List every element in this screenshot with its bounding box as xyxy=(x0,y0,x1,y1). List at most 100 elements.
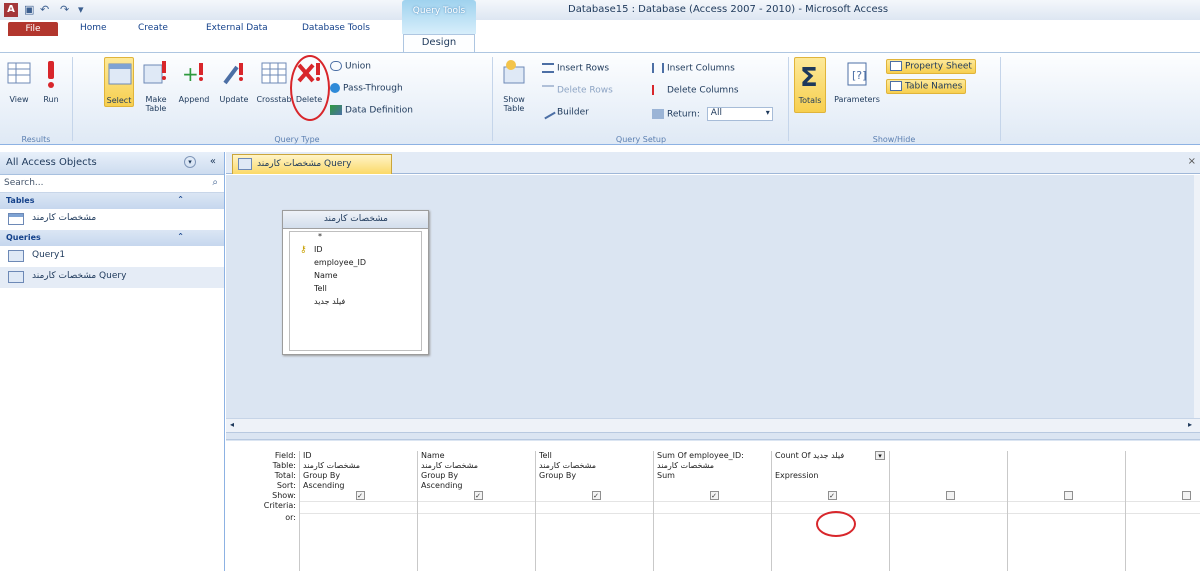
customize-qat-icon[interactable]: ▾ xyxy=(78,3,84,16)
totals-button[interactable]: Σ Totals xyxy=(794,57,826,113)
grid-column[interactable] xyxy=(889,451,1007,571)
grid-or-cell[interactable] xyxy=(536,513,653,525)
redo-icon[interactable]: ↷ xyxy=(60,3,69,16)
nav-header[interactable]: All Access Objects ▾ « xyxy=(0,152,224,175)
grid-criteria-cell[interactable] xyxy=(890,501,1007,513)
delete-columns-button[interactable]: Delete Columns xyxy=(652,85,739,96)
nav-section-tables[interactable]: Tables ⌃ xyxy=(0,193,224,209)
grid-column[interactable] xyxy=(1007,451,1125,571)
show-table-button[interactable]: Show Table xyxy=(496,57,532,113)
show-checkbox[interactable]: ✓ xyxy=(473,491,483,500)
grid-cell-total[interactable]: Group By xyxy=(300,471,417,481)
save-icon[interactable]: ▣ xyxy=(24,3,34,16)
grid-criteria-cell[interactable] xyxy=(654,501,771,513)
access-app-icon[interactable]: A xyxy=(4,3,18,17)
grid-cell-table[interactable]: مشخصات کارمند xyxy=(418,461,535,471)
show-checkbox[interactable] xyxy=(1181,491,1191,500)
grid-cell-table[interactable] xyxy=(772,461,889,471)
collapse-pane-icon[interactable]: « xyxy=(210,156,216,167)
grid-cell-field[interactable]: Name xyxy=(418,451,535,461)
nav-item-query-selected[interactable]: مشخصات کارمند Query xyxy=(0,267,224,288)
crosstab-button[interactable]: Crosstab xyxy=(256,57,292,104)
grid-cell-sort[interactable] xyxy=(890,481,1007,491)
scroll-left-icon[interactable]: ◂ xyxy=(230,420,234,429)
insert-rows-button[interactable]: Insert Rows xyxy=(542,63,609,74)
tab-database-tools[interactable]: Database Tools xyxy=(302,23,370,33)
grid-cell-field[interactable]: ID xyxy=(300,451,417,461)
search-input[interactable]: Search... xyxy=(4,178,44,188)
property-sheet-button[interactable]: Property Sheet xyxy=(886,59,976,74)
grid-cell-field[interactable] xyxy=(1008,451,1125,461)
grid-or-cell[interactable] xyxy=(890,513,1007,525)
grid-cell-field[interactable] xyxy=(1126,451,1200,461)
pass-through-button[interactable]: Pass-Through xyxy=(330,83,403,94)
grid-criteria-cell[interactable] xyxy=(536,501,653,513)
close-icon[interactable]: × xyxy=(1188,156,1196,167)
nav-section-queries[interactable]: Queries ⌃ xyxy=(0,230,224,246)
grid-criteria-cell[interactable] xyxy=(1126,501,1200,513)
field-item[interactable]: * xyxy=(290,232,421,245)
field-item[interactable]: فیلد جدید xyxy=(290,297,421,310)
append-button[interactable]: + Append xyxy=(176,57,212,104)
pane-splitter[interactable] xyxy=(226,432,1200,440)
grid-cell-total[interactable]: Group By xyxy=(418,471,535,481)
field-item-key[interactable]: ⚷ ID xyxy=(290,245,421,258)
nav-search-box[interactable]: Search... ⌕ xyxy=(0,175,224,193)
grid-cell-total[interactable]: Sum xyxy=(654,471,771,481)
grid-criteria-cell[interactable] xyxy=(300,501,417,513)
show-checkbox[interactable]: ✓ xyxy=(709,491,719,500)
update-button[interactable]: Update xyxy=(216,57,252,104)
grid-cell-sort[interactable] xyxy=(654,481,771,491)
grid-cell-total[interactable] xyxy=(1126,471,1200,481)
grid-cell-total[interactable]: Group By xyxy=(536,471,653,481)
collapse-section-icon[interactable]: ⌃ xyxy=(177,232,184,241)
field-list-title[interactable]: مشخصات کارمند xyxy=(283,211,428,229)
scroll-right-icon[interactable]: ▸ xyxy=(1188,420,1192,429)
grid-criteria-cell[interactable] xyxy=(418,501,535,513)
field-item[interactable]: Tell xyxy=(290,284,421,297)
show-checkbox[interactable]: ✓ xyxy=(827,491,837,500)
undo-icon[interactable]: ↶ xyxy=(40,3,49,16)
select-query-button[interactable]: Select xyxy=(104,57,134,107)
grid-or-cell[interactable] xyxy=(1008,513,1125,525)
grid-cell-table[interactable]: مشخصات کارمند xyxy=(300,461,417,471)
grid-criteria-cell[interactable] xyxy=(1008,501,1125,513)
grid-cell-field[interactable] xyxy=(890,451,1007,461)
grid-cell-sort[interactable] xyxy=(536,481,653,491)
grid-cell-total[interactable] xyxy=(1008,471,1125,481)
grid-cell-table[interactable] xyxy=(1008,461,1125,471)
data-definition-button[interactable]: Data Definition xyxy=(330,105,413,116)
grid-cell-field[interactable]: Tell xyxy=(536,451,653,461)
nav-item-query1[interactable]: Query1 xyxy=(0,246,224,267)
grid-or-cell[interactable] xyxy=(654,513,771,525)
grid-cell-table[interactable]: مشخصات کارمند xyxy=(536,461,653,471)
field-item[interactable]: Name xyxy=(290,271,421,284)
make-table-button[interactable]: Make Table xyxy=(140,57,172,113)
view-button[interactable]: View xyxy=(4,57,34,104)
grid-column[interactable] xyxy=(1125,451,1200,571)
grid-cell-table[interactable]: مشخصات کارمند xyxy=(654,461,771,471)
field-dropdown-icon[interactable]: ▾ xyxy=(875,451,885,460)
builder-button[interactable]: Builder xyxy=(540,104,589,120)
tab-external-data[interactable]: External Data xyxy=(206,23,268,33)
show-checkbox[interactable]: ✓ xyxy=(591,491,601,500)
show-checkbox[interactable] xyxy=(945,491,955,500)
grid-cell-total[interactable] xyxy=(890,471,1007,481)
grid-cell-field[interactable]: Count Of فیلد جدید ▾ xyxy=(772,451,889,461)
grid-cell-total[interactable]: Expression xyxy=(772,471,889,481)
grid-or-cell[interactable] xyxy=(1126,513,1200,525)
nav-item-table[interactable]: مشخصات کارمند xyxy=(0,209,224,230)
insert-columns-button[interactable]: Insert Columns xyxy=(652,63,735,74)
table-names-button[interactable]: Table Names xyxy=(886,79,967,94)
grid-cell-sort[interactable] xyxy=(1008,481,1125,491)
run-button[interactable]: Run xyxy=(36,57,66,104)
field-item[interactable]: employee_ID xyxy=(290,258,421,271)
parameters-button[interactable]: [?] Parameters xyxy=(834,57,880,104)
grid-or-cell[interactable] xyxy=(300,513,417,525)
grid-column[interactable]: Name مشخصات کارمند Group By Ascending ✓ xyxy=(417,451,535,571)
grid-cell-sort[interactable] xyxy=(1126,481,1200,491)
grid-cell-sort[interactable]: Ascending xyxy=(418,481,535,491)
grid-cell-field[interactable]: Sum Of employee_ID: xyxy=(654,451,771,461)
tab-design[interactable]: Design xyxy=(403,34,475,54)
grid-or-cell[interactable] xyxy=(418,513,535,525)
